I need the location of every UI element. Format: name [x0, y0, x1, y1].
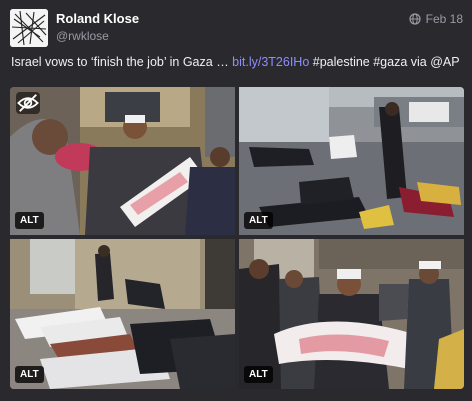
media-item-3[interactable]: ALT — [10, 239, 235, 389]
alt-badge[interactable]: ALT — [244, 212, 273, 229]
status-link[interactable]: bit.ly/3T26IHo — [232, 55, 309, 69]
display-name[interactable]: Roland Klose — [56, 11, 139, 26]
status-text: Israel vows to ‘finish the job’ in Gaza … — [11, 55, 466, 69]
media-item-1[interactable]: ALT — [10, 87, 235, 235]
status-post: Roland Klose @rwklose Feb 18 Israel vows… — [0, 0, 472, 401]
media-gallery: ALT ALT ALT ALT — [10, 87, 464, 389]
media-item-2[interactable]: ALT — [239, 87, 464, 235]
account-handle[interactable]: @rwklose — [56, 29, 109, 43]
media-image-3 — [10, 239, 235, 389]
post-meta: Feb 18 — [409, 12, 463, 26]
media-image-2 — [239, 87, 464, 235]
alt-badge[interactable]: ALT — [15, 366, 44, 383]
globe-icon — [409, 13, 421, 25]
media-item-4[interactable]: ALT — [239, 239, 464, 389]
alt-badge[interactable]: ALT — [15, 212, 44, 229]
avatar[interactable] — [10, 9, 48, 47]
hide-media-button[interactable] — [16, 92, 40, 114]
status-text-body: Israel vows to ‘finish the job’ in Gaza … — [11, 55, 233, 69]
avatar-drawing — [10, 9, 48, 47]
eye-slash-icon — [17, 94, 39, 112]
alt-badge[interactable]: ALT — [244, 366, 273, 383]
post-date[interactable]: Feb 18 — [426, 12, 463, 26]
status-hashtags: #palestine #gaza via @AP — [309, 55, 460, 69]
media-image-4 — [239, 239, 464, 389]
media-image-1 — [10, 87, 235, 235]
